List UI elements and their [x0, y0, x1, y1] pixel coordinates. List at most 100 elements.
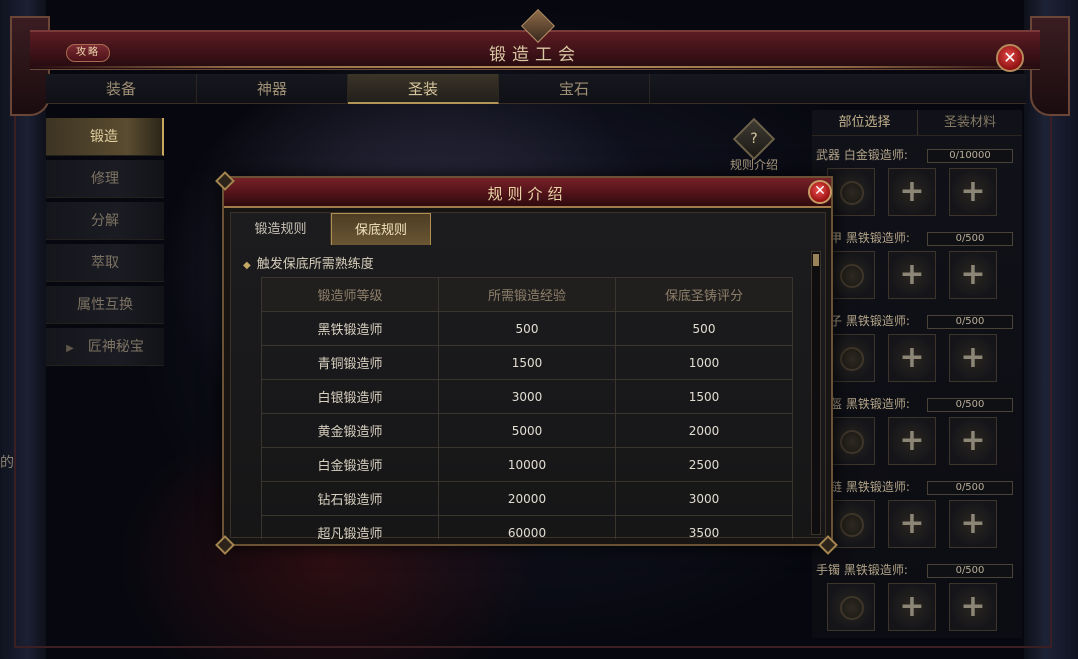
- material-slot[interactable]: +: [888, 168, 936, 216]
- part-name: 手镯: [816, 563, 841, 577]
- tab-part-select[interactable]: 部位选择: [812, 110, 917, 135]
- emblem-icon: [840, 347, 864, 371]
- plus-icon: +: [960, 340, 986, 375]
- plus-icon: +: [899, 257, 925, 292]
- equipment-slot[interactable]: [827, 334, 875, 382]
- score-cell: 1000: [615, 345, 793, 380]
- table-row: 白银锻造师 3000 1500: [261, 379, 793, 414]
- table-header-row: 锻造师等级 所需锻造经验 保底圣铸评分: [261, 277, 793, 312]
- rank-cell: 黄金锻造师: [261, 413, 439, 448]
- material-slot[interactable]: +: [949, 334, 997, 382]
- smith-rank: 白金锻造师:: [843, 148, 908, 162]
- material-slot[interactable]: +: [949, 500, 997, 548]
- part-row: 链 黑铁锻造师: 0/500 + +: [812, 478, 1022, 561]
- progress-bar: 0/500: [927, 398, 1013, 412]
- side-item-attribute-swap[interactable]: 属性互换: [46, 286, 164, 324]
- tab-guarantee-rules[interactable]: 保底规则: [331, 213, 431, 245]
- close-window-button[interactable]: ✕: [996, 44, 1024, 72]
- material-slot[interactable]: +: [888, 417, 936, 465]
- progress-bar: 0/500: [927, 564, 1013, 578]
- scrollbar[interactable]: [811, 251, 821, 535]
- section-title: 触发保底所需熟练度: [256, 257, 374, 272]
- exp-cell: 10000: [438, 447, 616, 482]
- tab-gem[interactable]: 宝石: [499, 74, 650, 104]
- material-slot[interactable]: +: [888, 500, 936, 548]
- emblem-icon: [840, 596, 864, 620]
- dialog-title: 规则介绍: [487, 185, 568, 203]
- side-item-smith-treasure[interactable]: ▶ 匠神秘宝: [46, 328, 164, 366]
- material-slot[interactable]: +: [888, 251, 936, 299]
- material-slot[interactable]: +: [949, 417, 997, 465]
- rank-cell: 白金锻造师: [261, 447, 439, 482]
- rank-cell: 白银锻造师: [261, 379, 439, 414]
- edge-text: 的: [0, 455, 14, 471]
- tab-equipment[interactable]: 装备: [46, 74, 197, 104]
- plus-icon: +: [899, 174, 925, 209]
- emblem-icon: [840, 264, 864, 288]
- part-row: 盔 黑铁锻造师: 0/500 + +: [812, 395, 1022, 478]
- tab-forge-rules[interactable]: 锻造规则: [231, 213, 331, 245]
- table-row: 青铜锻造师 1500 1000: [261, 345, 793, 380]
- equipment-slot[interactable]: [827, 583, 875, 631]
- table-row: 白金锻造师 10000 2500: [261, 447, 793, 482]
- score-cell: 3000: [615, 481, 793, 516]
- rank-cell: 超凡锻造师: [261, 515, 439, 539]
- progress-bar: 0/10000: [927, 149, 1013, 163]
- side-item-repair[interactable]: 修理: [46, 160, 164, 198]
- rules-table-viewport[interactable]: 锻造师等级 所需锻造经验 保底圣铸评分 黑铁锻造师 500 500 青铜锻造师 …: [261, 277, 793, 539]
- side-item-forge[interactable]: 锻造: [46, 118, 164, 156]
- emblem-icon: [840, 430, 864, 454]
- side-item-extract[interactable]: 萃取: [46, 244, 164, 282]
- smith-rank: 黑铁锻造师:: [845, 480, 910, 494]
- main-tab-bar: 装备 神器 圣装 宝石: [46, 74, 1026, 104]
- guide-button[interactable]: 攻略: [66, 44, 110, 62]
- score-cell: 500: [615, 311, 793, 346]
- exp-cell: 20000: [438, 481, 616, 516]
- part-panel: 部位选择 圣装材料 武器 白金锻造师: 0/10000 + + 甲 黑铁锻造师:…: [812, 110, 1022, 638]
- tab-holy-materials[interactable]: 圣装材料: [917, 110, 1022, 135]
- rules-tabs: 锻造规则 保底规则: [231, 213, 431, 245]
- table-row: 超凡锻造师 60000 3500: [261, 515, 793, 539]
- exp-cell: 60000: [438, 515, 616, 539]
- plus-icon: +: [960, 257, 986, 292]
- part-row: 甲 黑铁锻造师: 0/500 + +: [812, 229, 1022, 312]
- column-header: 所需锻造经验: [438, 277, 616, 312]
- column-header: 锻造师等级: [261, 277, 439, 312]
- equipment-slot[interactable]: [827, 168, 875, 216]
- material-slot[interactable]: +: [888, 334, 936, 382]
- progress-bar: 0/500: [927, 315, 1013, 329]
- scrollbar-thumb[interactable]: [813, 254, 819, 266]
- rules-dialog: 规则介绍 ✕ 锻造规则 保底规则 ◆ 触发保底所需熟练度 锻造师等级 所需锻造经验…: [215, 171, 838, 555]
- progress-bar: 0/500: [927, 481, 1013, 495]
- rank-cell: 黑铁锻造师: [261, 311, 439, 346]
- plus-icon: +: [960, 423, 986, 458]
- progress-bar: 0/500: [927, 232, 1013, 246]
- rules-intro-button[interactable]: ? 规则介绍: [726, 117, 782, 174]
- equipment-slot[interactable]: [827, 251, 875, 299]
- dialog-body: 锻造规则 保底规则 ◆ 触发保底所需熟练度 锻造师等级 所需锻造经验 保底圣铸评分…: [230, 212, 826, 539]
- plus-icon: +: [899, 506, 925, 541]
- table-row: 黄金锻造师 5000 2000: [261, 413, 793, 448]
- equipment-slot[interactable]: [827, 417, 875, 465]
- smith-rank: 黑铁锻造师:: [845, 397, 910, 411]
- material-slot[interactable]: +: [949, 583, 997, 631]
- tab-artifact[interactable]: 神器: [197, 74, 348, 104]
- smith-rank: 黑铁锻造师:: [843, 563, 908, 577]
- tab-holy-gear[interactable]: 圣装: [348, 74, 499, 104]
- close-dialog-button[interactable]: ✕: [808, 180, 832, 204]
- part-panel-tabs: 部位选择 圣装材料: [812, 110, 1022, 136]
- smith-rank: 黑铁锻造师:: [845, 231, 910, 245]
- side-item-dismantle[interactable]: 分解: [46, 202, 164, 240]
- side-menu: 锻造 修理 分解 萃取 属性互换 ▶ 匠神秘宝: [46, 118, 164, 370]
- emblem-icon: [840, 513, 864, 537]
- rules-table: 锻造师等级 所需锻造经验 保底圣铸评分 黑铁锻造师 500 500 青铜锻造师 …: [261, 277, 793, 539]
- material-slot[interactable]: +: [949, 251, 997, 299]
- plus-icon: +: [899, 423, 925, 458]
- part-name: 武器: [816, 148, 841, 162]
- score-cell: 2000: [615, 413, 793, 448]
- rank-cell: 钻石锻造师: [261, 481, 439, 516]
- part-row: 手镯 黑铁锻造师: 0/500 + +: [812, 561, 1022, 644]
- score-cell: 2500: [615, 447, 793, 482]
- material-slot[interactable]: +: [888, 583, 936, 631]
- material-slot[interactable]: +: [949, 168, 997, 216]
